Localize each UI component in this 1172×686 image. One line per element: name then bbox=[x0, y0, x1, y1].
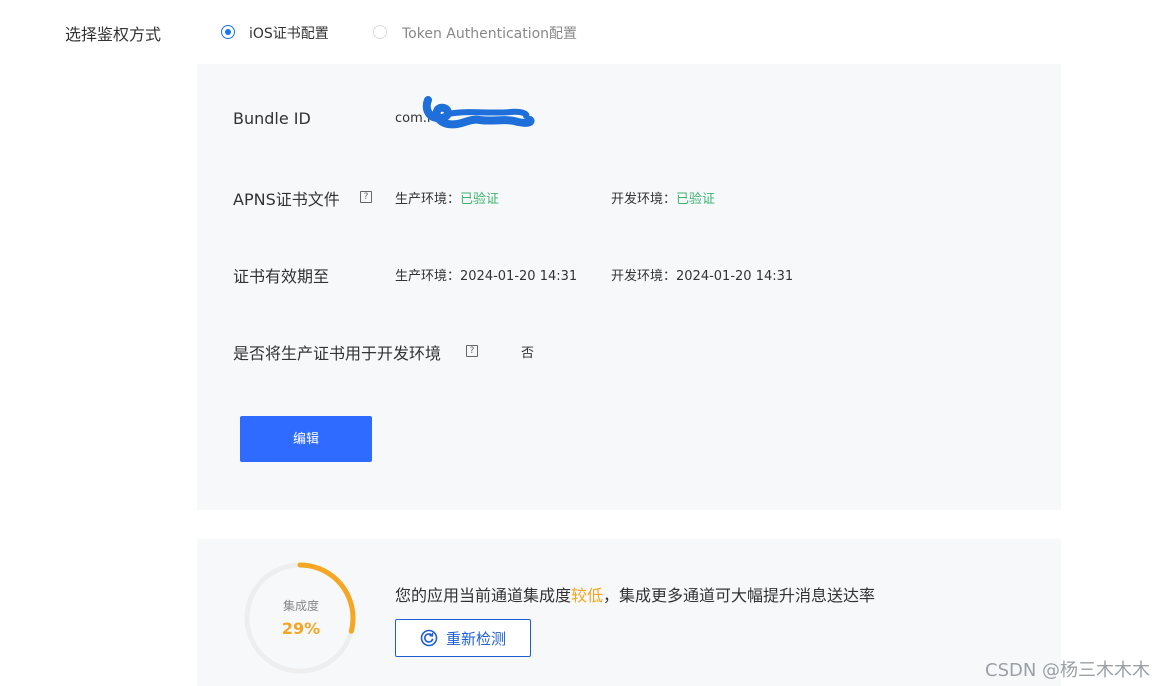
recheck-button[interactable]: 重新检测 bbox=[395, 619, 531, 657]
message-suffix: ，集成更多通道可大幅提升消息送达率 bbox=[603, 586, 876, 605]
refresh-icon bbox=[420, 629, 438, 647]
radio-unchecked-icon[interactable] bbox=[373, 25, 387, 39]
radio-ios-cert[interactable]: iOS证书配置 bbox=[221, 24, 341, 42]
use-prod-for-dev-label: 是否将生产证书用于开发环境 bbox=[233, 344, 442, 363]
expiry-prod-label: 生产环境： bbox=[395, 269, 461, 284]
help-icon[interactable]: ? bbox=[466, 345, 478, 357]
apns-prod-label: 生产环境： bbox=[395, 192, 461, 207]
message-highlight: 较低 bbox=[571, 586, 604, 605]
radio-checked-icon[interactable] bbox=[221, 25, 235, 39]
use-prod-for-dev-value: 否 bbox=[521, 346, 535, 361]
edit-button[interactable]: 编辑 bbox=[240, 416, 372, 462]
radio-ios-cert-label: iOS证书配置 bbox=[249, 26, 329, 42]
expiry-dev-value: 2024-01-20 14:31 bbox=[676, 269, 794, 284]
apns-cert-label: APNS证书文件 bbox=[233, 190, 340, 209]
expiry-dev-label: 开发环境： bbox=[611, 269, 677, 284]
radio-token-auth[interactable]: Token Authentication配置 bbox=[373, 24, 593, 42]
recheck-label: 重新检测 bbox=[445, 629, 506, 648]
gauge-label: 集成度 bbox=[282, 599, 319, 613]
apns-dev-label: 开发环境： bbox=[611, 192, 677, 207]
auth-method-label: 选择鉴权方式 bbox=[65, 25, 162, 44]
bundle-id-label: Bundle ID bbox=[233, 109, 311, 128]
help-icon[interactable]: ? bbox=[360, 191, 372, 203]
apns-prod-status: 已验证 bbox=[460, 192, 500, 207]
cert-expiry-label: 证书有效期至 bbox=[233, 267, 330, 286]
gauge-value: 29% bbox=[281, 619, 321, 638]
redaction-scribble bbox=[422, 96, 535, 129]
expiry-prod-value: 2024-01-20 14:31 bbox=[460, 269, 578, 284]
integration-message: 您的应用当前通道集成度较低，集成更多通道可大幅提升消息送达率 bbox=[395, 582, 875, 606]
message-prefix: 您的应用当前通道集成度 bbox=[395, 586, 572, 605]
apns-dev-status: 已验证 bbox=[676, 192, 716, 207]
radio-token-auth-label: Token Authentication配置 bbox=[402, 26, 578, 42]
watermark: CSDN @杨三木木木 bbox=[985, 660, 1151, 681]
